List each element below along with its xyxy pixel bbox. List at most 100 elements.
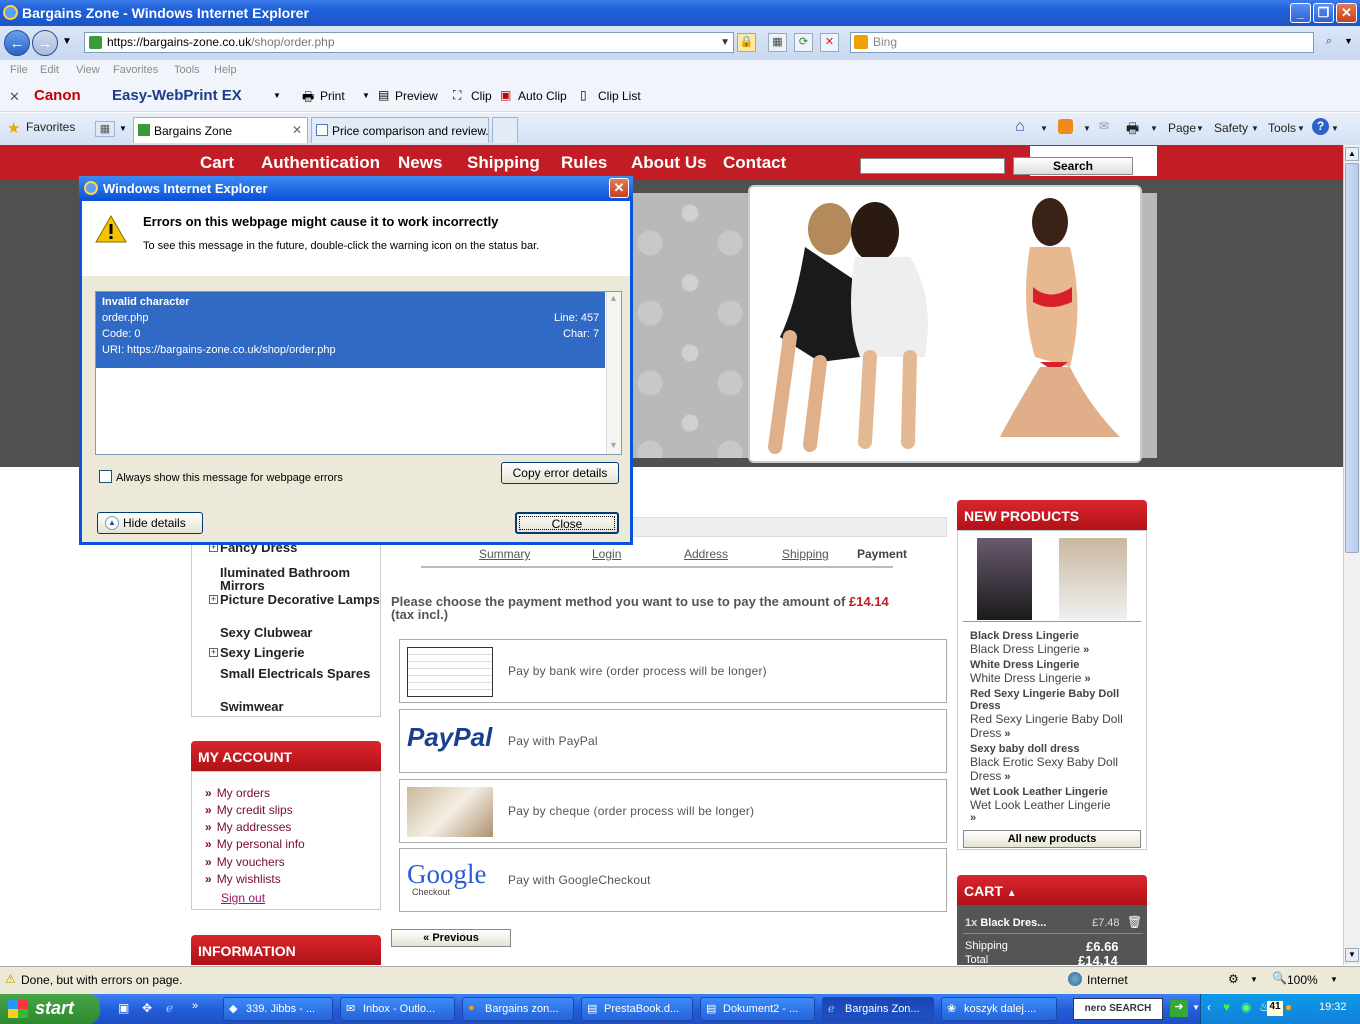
new-product-5[interactable]: Wet Look Leather Lingerie Wet Look Leathe… [970,786,1140,824]
site-search-input[interactable] [860,158,1005,174]
task-outlook[interactable]: ✉ Inbox - Outlo... [340,997,455,1021]
home-dropdown-icon[interactable]: ▼ [1040,124,1048,133]
expand-icon[interactable]: + [209,648,218,657]
protected-mode-icon[interactable]: ⚙ [1228,972,1239,986]
rss-icon[interactable] [1058,119,1073,134]
link-my-wishlists[interactable]: » My wishlists [205,872,281,886]
cart-header[interactable]: CART ▲ [957,875,1147,905]
step-summary[interactable]: Summary [479,547,530,561]
trash-icon[interactable]: 🗑 [1127,915,1142,929]
expand-icon[interactable]: + [209,595,218,604]
print-toolbar-icon[interactable]: 🖶 [1126,118,1139,142]
stop-icon[interactable]: ✕ [820,33,839,52]
search-input[interactable]: Bing [850,32,1314,53]
quicklaunch-ie-icon[interactable]: ℯ [166,1001,173,1015]
menu-file[interactable]: File [10,64,28,76]
search-options-icon[interactable]: ▼ [1344,36,1353,46]
scroll-up-icon[interactable]: ▲ [609,293,618,303]
tray-icon[interactable]: ● [1285,1000,1292,1014]
link-my-vouchers[interactable]: » My vouchers [205,855,285,869]
help-icon[interactable]: ? [1312,118,1329,135]
new-product-2[interactable]: White Dress Lingerie White Dress Lingerie… [970,659,1091,685]
tools-menu[interactable]: Tools [1268,121,1296,135]
close-toolbar-icon[interactable]: ✕ [9,89,20,105]
link-my-credit-slips[interactable]: » My credit slips [205,803,293,817]
error-details-list[interactable]: Invalid character order.php Line: 457 Co… [95,291,622,455]
tab-price-comparison[interactable]: Price comparison and review... [311,117,489,143]
menu-view[interactable]: View [76,64,100,76]
all-new-products-button[interactable]: All new products [963,830,1141,848]
always-show-checkbox[interactable] [99,470,112,483]
task-jibbs[interactable]: ◆ 339. Jibbs - ... [223,997,333,1021]
category-sexy-lingerie[interactable]: Sexy Lingerie [220,646,305,659]
new-product-1[interactable]: Black Dress Lingerie Black Dress Lingerie… [970,630,1089,656]
close-window-button[interactable]: ✕ [1336,3,1357,23]
safety-menu[interactable]: Safety [1214,121,1248,135]
previous-button[interactable]: « Previous [391,929,511,947]
recent-pages-dropdown-icon[interactable]: ▼ [62,36,72,47]
dialog-close-icon[interactable]: ✕ [609,178,629,198]
nero-search-box[interactable]: nero SEARCH [1073,998,1163,1020]
auto-clip-button[interactable]: Auto Clip [518,89,567,103]
forward-button[interactable]: → [32,30,58,56]
category-electricals-spares[interactable]: Small Electricals Spares [220,667,380,680]
nav-contact[interactable]: Contact [723,153,786,173]
link-my-orders[interactable]: » My orders [205,786,270,800]
back-button[interactable]: ← [4,30,30,56]
step-shipping[interactable]: Shipping [782,547,829,561]
pay-bankwire-option[interactable]: Pay by bank wire (order process will be … [399,639,947,703]
hide-details-button[interactable]: ▲ Hide details [97,512,203,534]
task-koszyk[interactable]: ❀ koszyk dalej.... [941,997,1057,1021]
close-tab-icon[interactable]: ✕ [292,123,302,137]
product-thumb-black-dress[interactable] [977,538,1032,620]
scroll-up-icon[interactable]: ▲ [1345,147,1359,161]
window-titlebar[interactable]: Bargains Zone - Windows Internet Explore… [0,0,1360,26]
home-icon[interactable]: ⌂ [1015,118,1025,136]
zoom-level[interactable]: 100% [1287,973,1318,987]
quicklaunch-icon[interactable]: ✥ [142,1001,152,1015]
tray-counter[interactable]: 41 [1267,1001,1283,1016]
tray-icon[interactable]: ♥ [1223,1000,1230,1014]
preview-button[interactable]: Preview [395,89,438,103]
favorites-button[interactable]: Favorites [26,120,75,134]
error-list-scrollbar[interactable]: ▲ ▼ [606,292,621,454]
quicklaunch-more-icon[interactable]: » [192,1000,198,1012]
quick-tabs-icon[interactable]: ▦ [95,121,115,137]
status-warning-icon[interactable]: ⚠ [5,972,16,986]
menu-edit[interactable]: Edit [40,64,59,76]
nav-authentication[interactable]: Authentication [261,153,380,173]
step-address[interactable]: Address [684,547,728,561]
clip-button[interactable]: Clip [471,89,492,103]
step-login[interactable]: Login [592,547,621,561]
product-dropdown-icon[interactable]: ▼ [273,91,281,100]
menu-favorites[interactable]: Favorites [113,64,158,76]
print-dropdown-icon[interactable]: ▼ [362,91,370,100]
start-button[interactable]: start [0,994,100,1024]
compat-view-icon[interactable]: ▦ [768,33,787,52]
new-product-3[interactable]: Red Sexy Lingerie Baby Doll Dress Red Sex… [970,688,1140,740]
tray-arrow-icon[interactable]: ‹ [1207,1000,1211,1014]
zoom-icon[interactable]: 🔍 [1272,971,1287,985]
task-ie-bargains[interactable]: ℯ Bargains Zon... [822,997,934,1021]
quicklaunch-icon[interactable]: ▣ [118,1001,129,1015]
help-dropdown-icon[interactable]: ▼ [1331,124,1339,133]
easy-webprint-menu[interactable]: Easy-WebPrint EX [112,87,242,104]
link-sign-out[interactable]: Sign out [221,891,265,905]
nav-news[interactable]: News [398,153,442,173]
pay-google-option[interactable]: Google Checkout Pay with GoogleCheckout [399,848,947,912]
refresh-icon[interactable]: ⟳ [794,33,813,52]
site-search-button[interactable]: Search [1013,157,1133,175]
nav-cart[interactable]: Cart [200,153,234,173]
print-dropdown-icon[interactable]: ▼ [1150,124,1158,133]
new-tab-button[interactable] [492,117,518,143]
tray-icon[interactable]: ◉ [1241,1000,1251,1014]
nav-shipping[interactable]: Shipping [467,153,540,173]
dialog-titlebar[interactable]: Windows Internet Explorer ✕ [79,176,633,201]
clip-list-button[interactable]: Clip List [598,89,641,103]
restore-button[interactable]: ❐ [1313,3,1334,23]
tab-bargains-zone[interactable]: Bargains Zone ✕ [133,117,308,143]
link-my-addresses[interactable]: » My addresses [205,820,291,834]
cart-item[interactable]: 1x Black Dres... [965,917,1046,929]
nav-about-us[interactable]: About Us [631,153,707,173]
lock-icon[interactable]: 🔒 [737,33,756,52]
